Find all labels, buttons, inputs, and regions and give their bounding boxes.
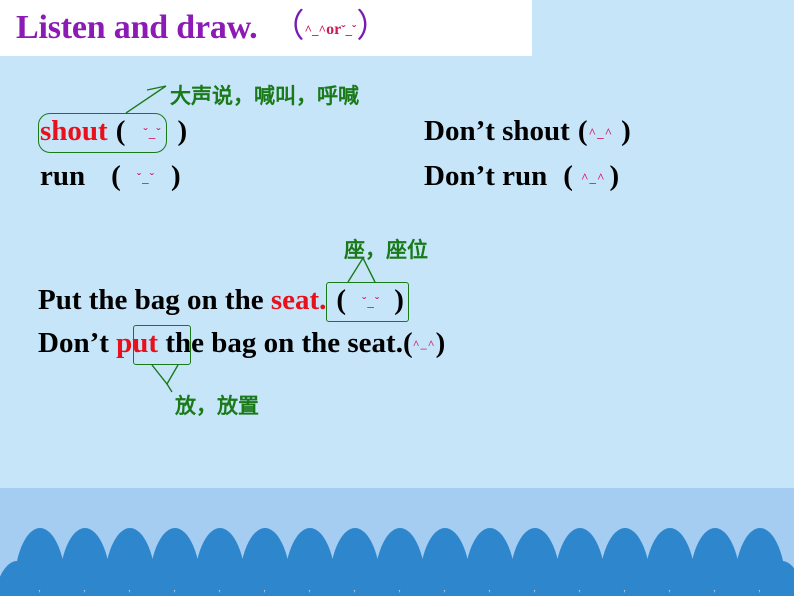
word-put: put <box>116 327 159 359</box>
title-paren-close: ） <box>356 8 390 45</box>
slide-canvas: Listen and draw. （ ^_^orˇ_ˇ ） 大声说，喊叫，呼喊 … <box>0 0 794 596</box>
dont-shout-paren-close: ) <box>621 115 631 147</box>
put-seat-before: Put the bag on the <box>38 284 271 316</box>
leader-tail-put <box>151 364 179 386</box>
run-face: ˇ_ˇ <box>136 170 155 185</box>
sentence-put-seat: Put the bag on the seat. ( ˇ_ˇ) <box>38 284 404 317</box>
run-paren-close: ) <box>170 160 181 192</box>
row-shout-left: shout( ˇ_ˇ) <box>40 115 187 148</box>
dont-shout-text: Don’t shout <box>424 115 570 147</box>
annotation-shout-gloss: 大声说，喊叫，呼喊 <box>170 84 359 108</box>
dont-shout-face: ^_^ <box>588 125 614 140</box>
title-banner: Listen and draw. （ ^_^orˇ_ˇ ） <box>0 0 532 56</box>
page-title: Listen and draw. <box>16 9 258 46</box>
annotation-put-gloss: 放，放置 <box>175 394 259 418</box>
shout-paren-open: ( <box>115 115 126 147</box>
shout-face: ˇ_ˇ <box>143 125 162 140</box>
title-face-sad: ˇ_ˇ <box>341 22 357 37</box>
title-face-happy: ^_^ <box>304 22 327 37</box>
dont-run-paren-close: ) <box>609 160 620 192</box>
decorative-band <box>0 488 794 596</box>
sentence-dont-put: Don’t put the bag on the seat.(^_^) <box>38 327 445 360</box>
leader-line-put <box>166 383 173 393</box>
title-paren-open: （ <box>271 8 305 45</box>
dont-put-face: ^_^ <box>412 337 436 351</box>
title-emoticon-text: ^_^orˇ_ˇ <box>304 21 356 39</box>
dont-put-paren-open: ( <box>402 327 413 359</box>
title-emoticon-group: （ ^_^orˇ_ˇ ） <box>271 8 390 45</box>
put-seat-paren-close: ) <box>394 284 404 316</box>
row-shout-right: Don’t shout (^_^) <box>424 115 631 148</box>
run-paren-open: ( <box>111 160 121 192</box>
put-seat-paren-open: ( <box>336 284 347 316</box>
shout-paren-close: ) <box>177 115 188 147</box>
dont-run-text: Don’t run <box>424 160 548 192</box>
title-face-or: or <box>326 21 342 38</box>
put-seat-face: ˇ_ˇ <box>362 294 381 309</box>
dont-shout-paren-open: ( <box>577 115 588 147</box>
dont-put-after: the bag on the seat. <box>158 327 403 359</box>
word-shout: shout <box>40 115 108 147</box>
annotation-seat-gloss: 座，座位 <box>344 238 428 262</box>
word-run: run <box>40 160 86 192</box>
dont-run-face: ^_^ <box>580 170 606 185</box>
dont-put-before: Don’t <box>38 327 117 359</box>
leader-line-shout <box>125 85 167 114</box>
row-run-left: run ( ˇ_ˇ) <box>40 160 181 193</box>
dont-run-paren-open: ( <box>563 160 573 192</box>
dont-put-paren-close: ) <box>435 327 446 359</box>
row-run-right: Don’t run ( ^_^) <box>424 160 619 193</box>
leader-arrow-shout <box>146 85 167 91</box>
word-seat: seat. <box>270 284 327 316</box>
